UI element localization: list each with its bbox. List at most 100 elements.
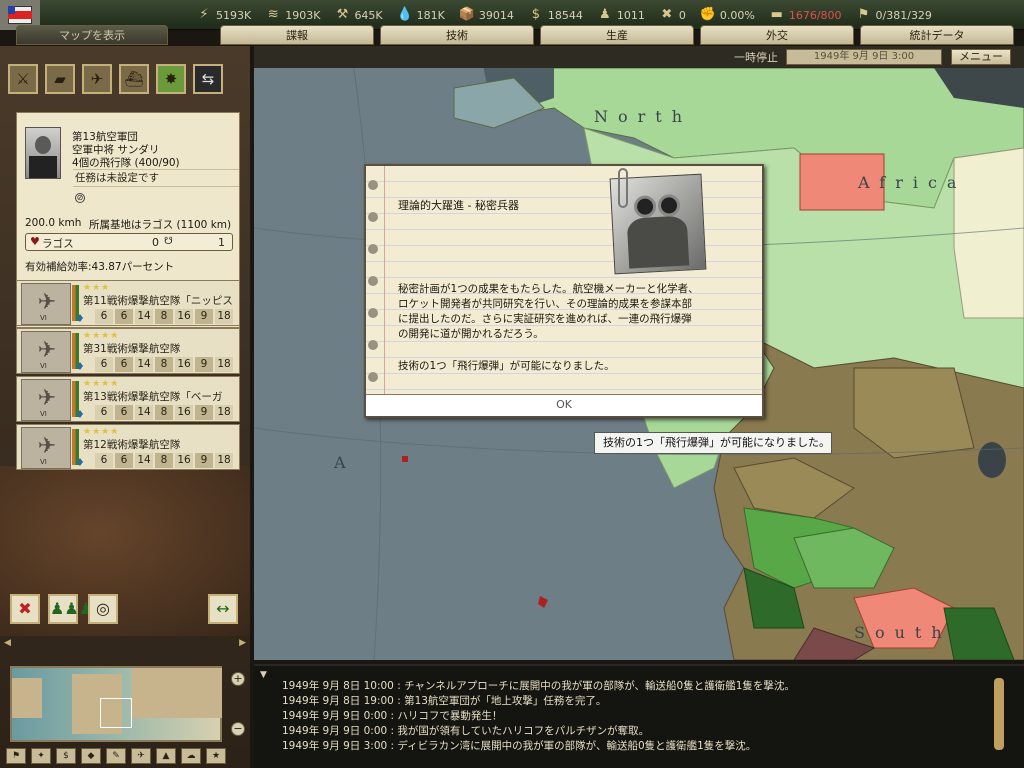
resource-item[interactable]: ♟ 1011 xyxy=(597,7,645,23)
air-filter-button[interactable]: ✈ xyxy=(82,64,112,94)
tab-diplomacy[interactable]: 外交 xyxy=(700,25,854,45)
resource-item[interactable]: ⚡ 5193K xyxy=(196,7,251,23)
zoom-in-icon[interactable]: + xyxy=(231,672,245,686)
log-expand-icon[interactable]: ▼ xyxy=(260,670,267,680)
wing-stat: 16 xyxy=(175,453,193,468)
pause-label[interactable]: 一時停止 xyxy=(734,49,778,65)
transfer-button[interactable]: ↔ xyxy=(208,594,238,624)
wing-stat: 9 xyxy=(195,453,213,468)
wing-stat: 18 xyxy=(215,309,233,324)
wing-stat: 14 xyxy=(135,405,153,420)
air-filter-icon[interactable]: ✈ xyxy=(131,748,151,764)
map-filter-row: ⚑ ✦ $ ◆ ✎ ✈ ▲ ☁ ★ xyxy=(6,748,246,766)
wing-row[interactable]: ✈ VI ★★★ 第11戦術爆撃航空隊「ニッピス ♦ 6 6 14 8 16 9 18 xyxy=(16,280,240,326)
economy-filter-icon[interactable]: $ xyxy=(56,748,76,764)
resource-item[interactable]: ▬ 1676/800 xyxy=(769,7,842,23)
log-scrollbar[interactable] xyxy=(994,678,1004,750)
infantry-filter-button[interactable]: ⚔ xyxy=(8,64,38,94)
wing-stat: 18 xyxy=(215,405,233,420)
wing-stat: 14 xyxy=(135,453,153,468)
wing-stat: 9 xyxy=(195,357,213,372)
wing-stat: 16 xyxy=(175,405,193,420)
wing-name: 第31戦術爆撃航空隊 xyxy=(83,343,181,355)
resource-value: 645K xyxy=(354,8,383,22)
transfer-icon: ⇆ xyxy=(201,70,215,88)
wing-row[interactable]: ✈ VI ★★★★ 第31戦術爆撃航空隊 ♦ 6 6 14 8 16 9 18 xyxy=(16,328,240,374)
wing-stat: 6 xyxy=(95,357,113,372)
target-button[interactable]: ◎ xyxy=(88,594,118,624)
minimap-viewport[interactable] xyxy=(100,698,132,728)
resource-item[interactable]: 📦 39014 xyxy=(459,7,514,23)
reorganize-button[interactable]: ♟♟♟ xyxy=(48,594,93,624)
resource-item[interactable]: ✖ 0 xyxy=(659,7,685,23)
ok-button[interactable]: OK xyxy=(366,394,762,416)
resource-item[interactable]: 💧 181K xyxy=(397,7,445,23)
panel-scroll-row: ◀ ▶ xyxy=(4,638,246,648)
tab-production[interactable]: 生産 xyxy=(540,25,694,45)
disband-button[interactable]: ✖ xyxy=(10,594,40,624)
transfer-filter-button[interactable]: ⇆ xyxy=(193,64,223,94)
log-entry[interactable]: 1949年 9月 8日 19:00 : 第13航空軍団が「地上攻撃」任務を完了。 xyxy=(282,694,795,709)
base-count-0: 0 xyxy=(152,236,159,249)
armor-filter-button[interactable]: ▰ xyxy=(45,64,75,94)
no-mission-icon: ⊘ xyxy=(75,193,85,203)
tab-statistics[interactable]: 統計データ xyxy=(860,25,1014,45)
base-selector[interactable]: ♥ ラゴス 0 ☋ 1 xyxy=(25,233,233,251)
wing-stat: 6 xyxy=(115,453,133,468)
tab-technology[interactable]: 技術 xyxy=(380,25,534,45)
wing-row[interactable]: ✈ VI ★★★★ 第12戦術爆撃航空隊 ♦ 6 6 14 8 16 9 18 xyxy=(16,424,240,470)
experience-stars: ★★★★ xyxy=(83,427,120,437)
supply-filter-icon[interactable]: ◆ xyxy=(81,748,101,764)
supply-efficiency: 有効補給効率:43.87パーセント xyxy=(25,261,175,273)
heart-icon: ♥ xyxy=(30,235,40,248)
tab-intelligence[interactable]: 諜報 xyxy=(220,25,374,45)
resource-item[interactable]: $18544 xyxy=(528,7,583,23)
event-title: 理論的大躍進 - 秘密兵器 xyxy=(398,199,519,212)
menu-button[interactable]: メニュー xyxy=(951,49,1011,65)
event-dialog: 理論的大躍進 - 秘密兵器 秘密計画が1つの成果をもたらした。航空機メーカーと化… xyxy=(364,164,764,418)
mission-filter-icon[interactable]: ✦ xyxy=(31,748,51,764)
wing-row[interactable]: ✈ VI ★★★★ 第13戦術爆撃航空隊「ベーガ ♦ 6 6 14 8 16 9 18 xyxy=(16,376,240,422)
flag-filter-icon[interactable]: ⚑ xyxy=(6,748,26,764)
resource-value: 181K xyxy=(416,8,445,22)
terrain-filter-icon[interactable]: ▲ xyxy=(156,748,176,764)
weather-filter-icon[interactable]: ☁ xyxy=(181,748,201,764)
log-entry[interactable]: 1949年 9月 9日 0:00 : ハリコフで暴動発生！ xyxy=(282,709,795,724)
explosion-icon: ✸ xyxy=(164,70,178,88)
log-entry[interactable]: 1949年 9月 8日 10:00 : チャンネルアプローチに展開中の我が軍の部… xyxy=(282,679,795,694)
resource-item[interactable]: ⚑ 0/381/329 xyxy=(856,7,932,23)
dissent-icon: ✊ xyxy=(699,7,717,22)
log-entry[interactable]: 1949年 9月 9日 0:00 : 我が国が領有していたハリコフをパルチザンが… xyxy=(282,724,795,739)
star-filter-icon[interactable]: ★ xyxy=(206,748,226,764)
victory-points-icon: ⚑ xyxy=(857,7,870,22)
combat-filter-button[interactable]: ✸ xyxy=(156,64,186,94)
main-tabs: マップを表示 諜報 技術 生産 外交 統計データ xyxy=(0,24,1024,46)
wing-stat: 18 xyxy=(215,453,233,468)
convoy-icon: ▬ xyxy=(770,7,783,22)
resource-item[interactable]: ≋ 1903K xyxy=(265,7,321,23)
commander-portrait[interactable] xyxy=(25,127,61,179)
zoom-out-icon[interactable]: − xyxy=(231,722,245,736)
plane-icon: ✈ VI xyxy=(21,331,71,373)
status-strip: 一時停止 1949年 9月 9日 3:00 メニュー xyxy=(254,46,1024,68)
wing-stat: 14 xyxy=(135,357,153,372)
naval-filter-button[interactable]: ⛴ xyxy=(119,64,149,94)
resource-value: 39014 xyxy=(478,8,514,22)
tab-show-map[interactable]: マップを表示 xyxy=(16,25,168,45)
transport-icon: ✖ xyxy=(661,7,673,22)
scroll-right-icon[interactable]: ▶ xyxy=(239,638,246,648)
research-filter-icon[interactable]: ✎ xyxy=(106,748,126,764)
wing-stat: 14 xyxy=(135,309,153,324)
tooltip: 技術の1つ「飛行爆弾」が可能になりました。 xyxy=(594,432,832,454)
minimap[interactable] xyxy=(10,666,222,742)
scroll-left-icon[interactable]: ◀ xyxy=(4,638,11,648)
log-entry[interactable]: 1949年 9月 9日 3:00 : ディビラカン湾に展開中の我が軍の部隊が、輸… xyxy=(282,739,795,754)
resource-item[interactable]: ✊ 0.00% xyxy=(700,7,755,23)
log-list: 1949年 9月 8日 10:00 : チャンネルアプローチに展開中の我が軍の部… xyxy=(282,679,795,754)
wing-stat: 16 xyxy=(175,357,193,372)
resource-item[interactable]: ⚒ 645K xyxy=(334,7,383,23)
resource-value: 5193K xyxy=(216,8,252,22)
resource-value: 1676/800 xyxy=(788,8,842,22)
south-label: South xyxy=(854,623,952,642)
mission-status[interactable]: 任務は未設定です xyxy=(73,169,239,187)
